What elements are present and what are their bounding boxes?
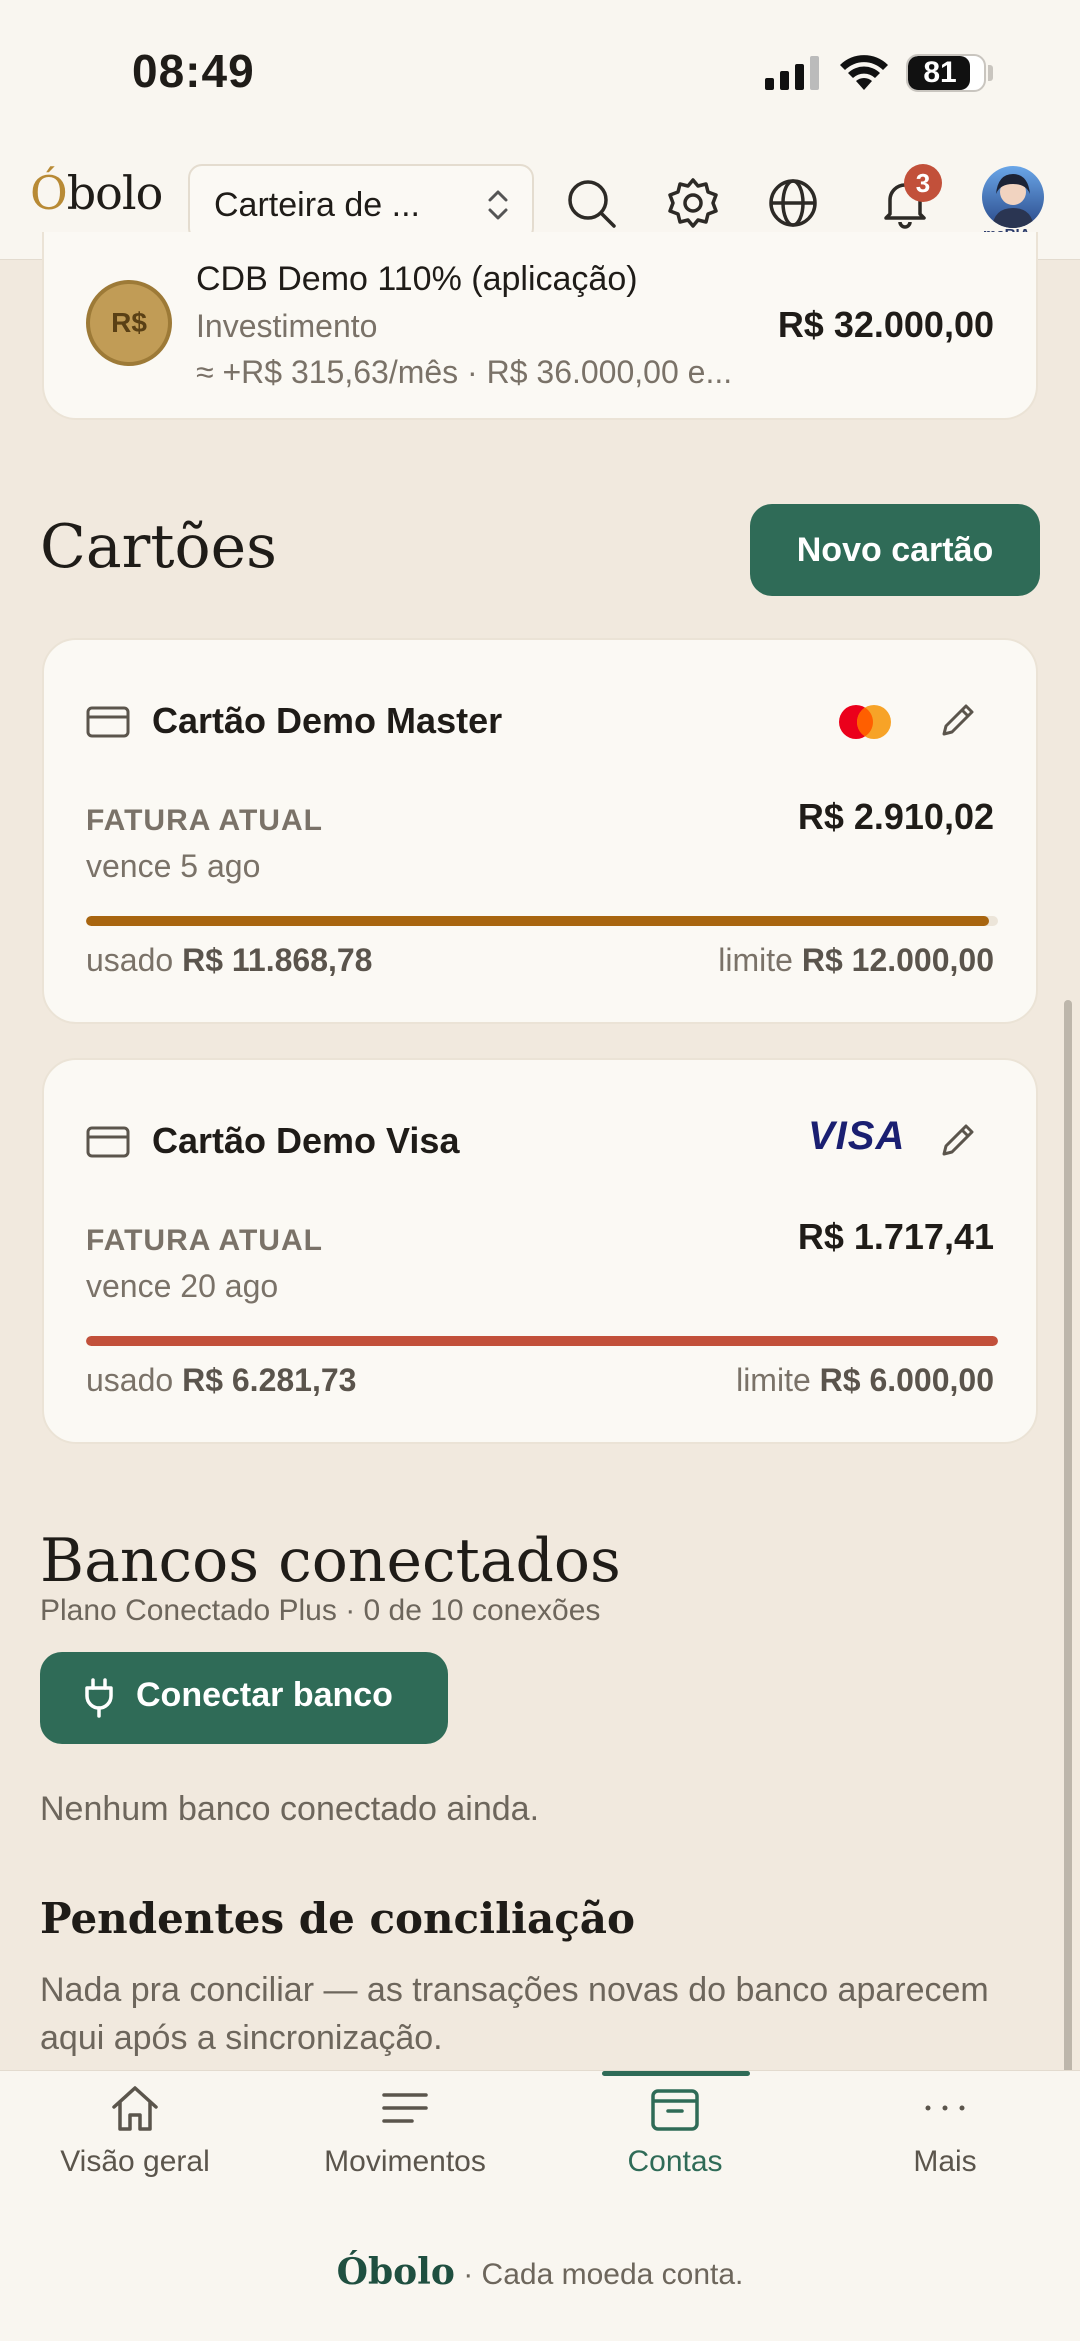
list-icon [382, 2093, 428, 2123]
bottom-tab-bar: Visão geral Movimentos Contas Mais Óbolo… [0, 2070, 1080, 2341]
credit-card-icon [86, 706, 130, 738]
app-logo[interactable]: Óbolo [30, 166, 163, 220]
edit-pencil-icon[interactable] [936, 1118, 980, 1162]
tab-label: Movimentos [324, 2145, 486, 2178]
visa-logo-icon: VISA [808, 1114, 906, 1158]
search-icon[interactable] [564, 176, 618, 230]
wallet-select-value: Carteira de ... [214, 186, 420, 224]
pending-empty-text: Nada pra conciliar — as transações novas… [40, 1971, 989, 2057]
due-date: vence 20 ago [86, 1268, 279, 1304]
usage-bar-fill [86, 916, 989, 926]
credit-card-visa[interactable]: Cartão Demo Visa VISA FATURA ATUAL vence… [42, 1058, 1038, 1444]
chevron-up-down-icon [488, 190, 508, 220]
globe-icon[interactable] [766, 176, 820, 230]
connect-bank-button[interactable]: Conectar banco [40, 1652, 448, 1744]
card-name: Cartão Demo Visa [152, 1120, 460, 1161]
new-card-button[interactable]: Novo cartão [750, 504, 1040, 596]
due-date: vence 5 ago [86, 848, 261, 884]
more-icon [925, 2105, 965, 2111]
wifi-icon [840, 55, 888, 90]
invoice-amount: R$ 1.717,41 [797, 1216, 994, 1257]
card-name: Cartão Demo Master [152, 700, 503, 741]
usage-bar [86, 1336, 998, 1346]
investment-coin-icon: R$ [86, 280, 172, 366]
usage-bar [86, 916, 998, 926]
investment-estimate: ≈ +R$ 315,63/mês · R$ 36.000,00 e... [196, 354, 733, 390]
limit-amount: limite R$ 6.000,00 [736, 1362, 994, 1398]
home-icon [112, 2086, 158, 2131]
footer: Óbolo · Cada moeda conta. [0, 2251, 1080, 2293]
banks-section-title: Bancos conectados [40, 1526, 621, 1596]
wallet-select[interactable]: Carteira de ... [188, 164, 534, 242]
clock: 08:49 [132, 45, 255, 97]
tab-mais[interactable]: Mais [810, 2071, 1080, 2211]
avatar[interactable] [982, 166, 1044, 228]
scrollbar[interactable] [1064, 1000, 1072, 2080]
battery-level: 81 [923, 56, 957, 89]
cards-section-title: Cartões [40, 512, 277, 582]
connect-bank-label: Conectar banco [136, 1676, 393, 1714]
wallet-icon [651, 2089, 699, 2131]
edit-pencil-icon[interactable] [936, 698, 980, 742]
investment-card[interactable]: R$ CDB Demo 110% (aplicação) Investiment… [42, 232, 1038, 420]
no-banks-text: Nenhum banco conectado ainda. [40, 1790, 540, 1828]
tab-label: Mais [913, 2145, 977, 2178]
notification-badge: 3 [904, 164, 942, 202]
battery-icon: 81 [906, 54, 986, 92]
banks-plan-subtitle: Plano Conectado Plus · 0 de 10 conexões [40, 1594, 601, 1627]
tab-movimentos[interactable]: Movimentos [270, 2071, 540, 2211]
mastercard-logo-icon [839, 705, 891, 739]
invoice-amount: R$ 2.910,02 [797, 796, 994, 837]
gear-icon[interactable] [666, 176, 720, 230]
used-amount: usado R$ 6.281,73 [86, 1362, 357, 1398]
investment-name: CDB Demo 110% (aplicação) [196, 260, 638, 298]
invoice-label: FATURA ATUAL [86, 1224, 323, 1257]
tab-label: Visão geral [60, 2145, 210, 2178]
plug-icon [85, 1678, 113, 1718]
investment-value: R$ 32.000,00 [777, 304, 994, 345]
footer-brand: Óbolo [336, 2251, 455, 2293]
used-amount: usado R$ 11.868,78 [86, 942, 373, 978]
tab-contas[interactable]: Contas [540, 2071, 810, 2211]
credit-card-master[interactable]: Cartão Demo Master FATURA ATUAL vence 5 … [42, 638, 1038, 1024]
usage-bar-fill [86, 1336, 998, 1346]
limit-amount: limite R$ 12.000,00 [718, 942, 994, 978]
credit-card-icon [86, 1126, 130, 1158]
status-bar: 08:49 81 [0, 0, 1080, 150]
investment-type: Investimento [196, 308, 378, 344]
tab-visao-geral[interactable]: Visão geral [0, 2071, 270, 2211]
tab-label: Contas [627, 2145, 723, 2178]
pending-section-title: Pendentes de conciliação [40, 1894, 636, 1943]
footer-tagline: · Cada moeda conta. [463, 2258, 744, 2291]
invoice-label: FATURA ATUAL [86, 804, 323, 837]
cellular-signal-icon [765, 56, 819, 90]
